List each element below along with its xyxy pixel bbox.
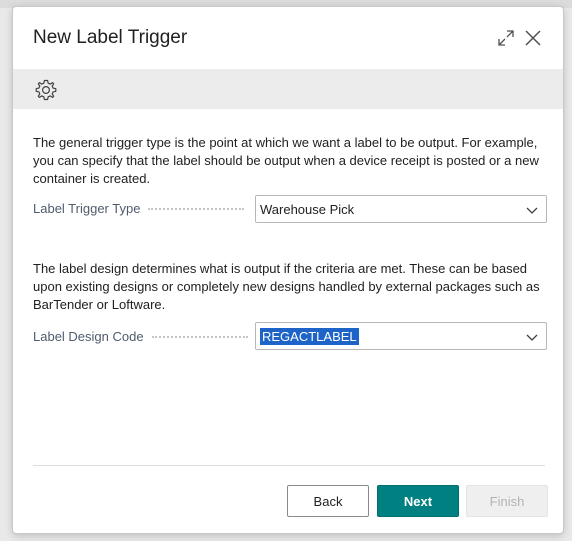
chevron-down-icon <box>526 207 538 214</box>
label-leader-dots <box>151 335 248 338</box>
expand-button[interactable] <box>493 25 519 51</box>
label-design-code-label-text: Label Design Code <box>33 329 144 344</box>
label-design-description: The label design determines what is outp… <box>33 261 540 312</box>
finish-button[interactable]: Finish <box>466 485 548 517</box>
label-trigger-type-select[interactable]: Warehouse Pick <box>255 195 547 223</box>
close-icon <box>525 30 541 46</box>
label-trigger-type-label-text: Label Trigger Type <box>33 201 141 216</box>
label-design-code-select[interactable]: REGACTLABEL <box>255 322 547 350</box>
trigger-type-description: The general trigger type is the point at… <box>33 135 539 186</box>
new-label-trigger-dialog: New Label Trigger The general trigger ty… <box>12 6 564 534</box>
label-leader-dots <box>148 207 245 210</box>
label-design-code-label: Label Design Code <box>33 329 248 344</box>
action-bar <box>13 69 563 109</box>
label-trigger-type-value: Warehouse Pick <box>260 201 355 217</box>
label-trigger-type-label: Label Trigger Type <box>33 201 245 216</box>
expand-icon <box>498 30 514 46</box>
footer-divider <box>33 465 545 466</box>
dialog-title: New Label Trigger <box>33 27 188 48</box>
settings-button[interactable] <box>33 77 59 103</box>
next-button[interactable]: Next <box>377 485 459 517</box>
back-button[interactable]: Back <box>287 485 369 517</box>
close-button[interactable] <box>520 25 546 51</box>
label-design-code-value: REGACTLABEL <box>260 327 359 345</box>
dialog-header: New Label Trigger <box>13 7 563 69</box>
gear-icon <box>35 79 57 101</box>
chevron-down-icon <box>526 334 538 341</box>
